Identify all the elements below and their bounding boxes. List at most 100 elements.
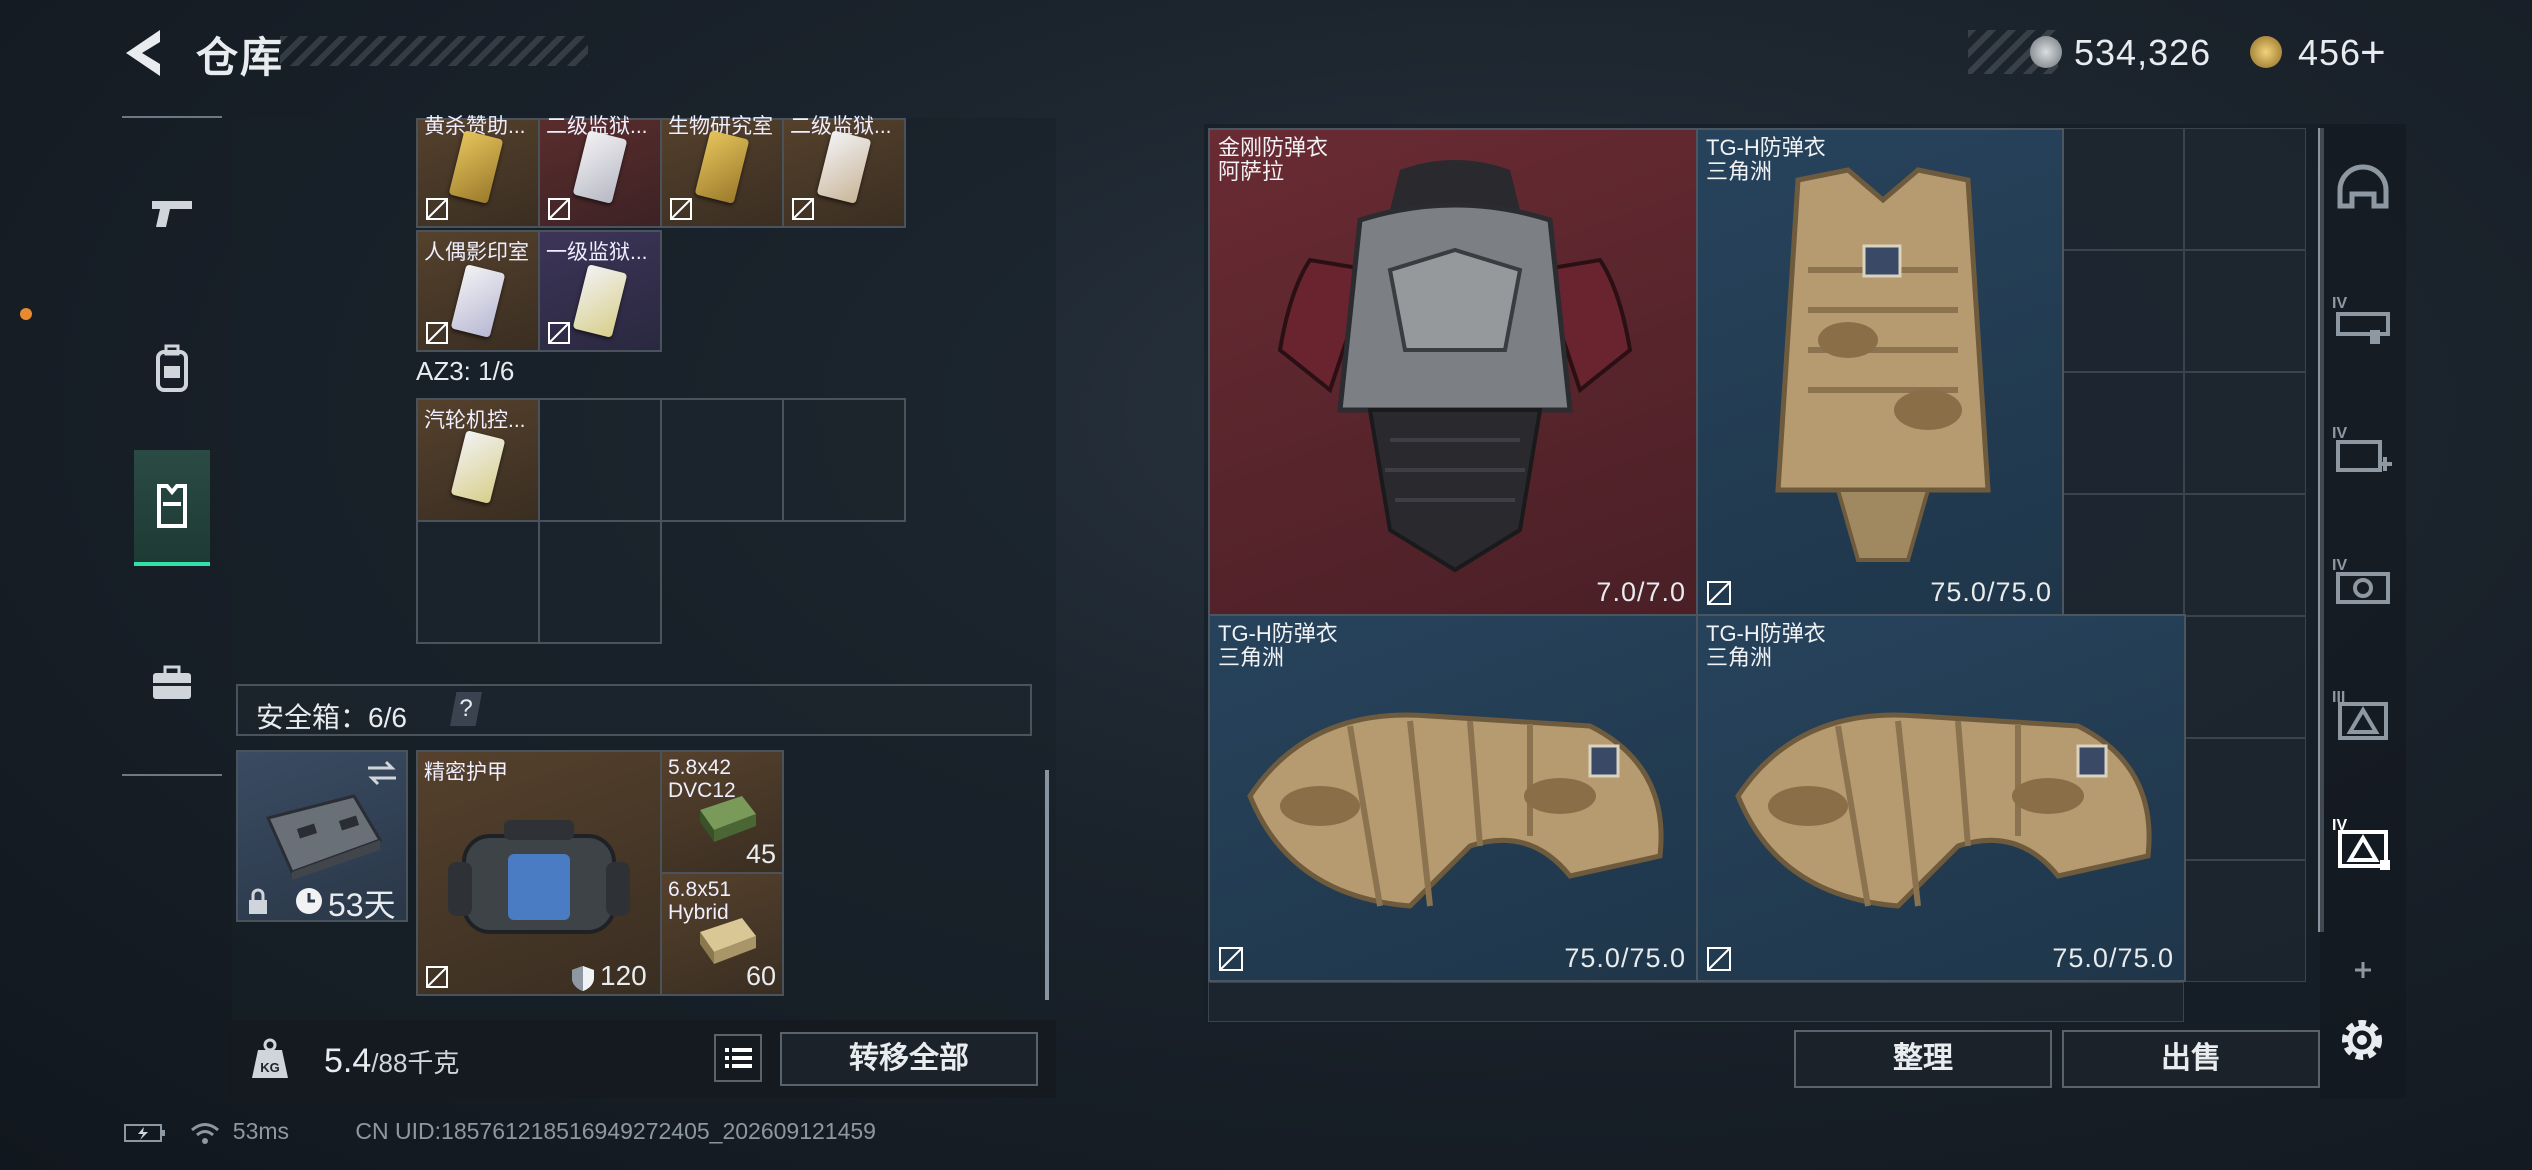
filter-iv-container[interactable]: IV [2330,548,2396,614]
add-currency-button[interactable]: + [2360,28,2386,78]
bind-lock-icon [426,322,448,344]
empty-slot[interactable] [782,398,906,522]
key-card-icon [572,264,628,338]
tab-misc[interactable] [122,628,222,738]
empty-slot-row[interactable] [1208,982,2184,1022]
key-card-cell[interactable]: 人偶影印室 [416,230,540,352]
weight-icon: KG [250,1038,290,1080]
list-icon [725,1048,752,1068]
empty-slot[interactable] [2184,128,2306,250]
key-card-cell[interactable]: 汽轮机控... [416,398,540,522]
durability-value: 75.0/75.0 [2052,943,2174,973]
safebox-slot[interactable]: 53天 [236,750,408,923]
left-sidebar [122,116,222,776]
helmet-icon [2337,164,2389,209]
backpack-icon [156,344,188,392]
transfer-all-button[interactable]: 转移全部 [780,1032,1038,1086]
back-button[interactable] [118,24,176,82]
tier-label: IV [2332,557,2347,574]
safebox-case-icon [265,794,383,880]
max-weight: /88千克 [371,1048,460,1078]
key-card-cell[interactable]: 二级监狱... [782,115,906,228]
bind-lock-icon [792,198,814,220]
ammo-box-icon [700,796,756,842]
empty-slot[interactable] [2184,738,2306,860]
tab-weapons[interactable] [122,158,222,268]
filter-iii-armor[interactable]: III [2330,680,2396,746]
empty-slot[interactable] [2184,616,2306,738]
filter-iv-armor[interactable]: IV [2330,808,2396,874]
empty-slot[interactable] [2062,494,2184,616]
tier-label: IV [2332,425,2347,442]
key-card-cell[interactable]: 生物研究室 [660,115,784,228]
empty-slot[interactable] [2184,250,2306,372]
armor-item-tgh[interactable]: TG-H防弹衣 三角洲 75.0/75.0 [1696,128,2064,616]
vest-icon [157,484,187,528]
filter-helmet[interactable] [2330,160,2396,226]
title-decoration [280,36,588,66]
empty-slot[interactable] [2062,250,2184,372]
ammo-item[interactable]: 6.8x51 Hybrid 60 [660,872,784,996]
key-card-cell[interactable]: 黄杀赞助... [416,115,540,228]
key-card-icon [816,130,872,204]
precision-armor-item[interactable]: 精密护甲 120 [416,750,662,996]
ping-value: 53ms [232,1118,290,1144]
tier-label: IV [2332,295,2347,312]
rig-icon: IV [2332,295,2390,344]
filter-rail: IV IV IV III IV [2320,124,2406,1098]
armor-item-tgh[interactable]: TG-H防弹衣 三角洲 75.0/75.0 [1696,614,2186,982]
empty-slot[interactable] [2184,372,2306,494]
armor-item-jingang[interactable]: 金刚防弹衣 阿萨拉 7.0/7.0 [1208,128,1698,616]
key-card-cell[interactable]: 二级监狱... [538,115,662,228]
empty-slot[interactable] [2062,128,2184,250]
armor-item-tgh[interactable]: TG-H防弹衣 三角洲 75.0/75.0 [1208,614,1698,982]
bind-lock-icon [426,966,448,988]
empty-slot[interactable] [660,398,784,522]
ammo-item[interactable]: 5.8x42 DVC12 45 [660,750,784,874]
gold-currency-value: 456 [2298,32,2362,73]
ammo-count: 60 [745,961,776,991]
empty-slot[interactable] [2184,860,2306,982]
tab-armor[interactable] [134,450,210,566]
back-arrow-icon [126,30,160,76]
key-card-cell[interactable]: 一级监狱... [538,230,662,352]
sort-button[interactable]: 整理 [1794,1030,2052,1088]
medkit-icon: IV [2332,425,2392,472]
heavy-armor-icon [1277,160,1633,573]
durability-value: 75.0/75.0 [1930,577,2052,607]
key-card-icon [448,130,504,204]
carry-weight: 5.4/88千克 [324,1042,459,1081]
ammo-count: 45 [745,839,776,869]
bind-lock-icon [426,198,448,220]
filter-iv-rig[interactable]: IV [2330,286,2396,352]
help-button[interactable]: ? [450,692,482,726]
gold-coin-icon [2250,36,2282,68]
armor-bag-icon [448,820,630,934]
current-weight: 5.4 [324,1042,372,1080]
silver-currency-value: 534,326 [2074,32,2212,73]
durability-value: 75.0/75.0 [1564,943,1686,973]
filter-more[interactable] [2330,950,2396,990]
bind-lock-icon [548,322,570,344]
clock-icon [296,888,322,914]
filter-iv-medical[interactable]: IV [2330,416,2396,482]
durability-value: 7.0/7.0 [1596,577,1686,607]
list-view-button[interactable] [714,1034,762,1082]
tab-equipment[interactable] [122,314,222,424]
armor-triangle-icon: III [2332,689,2388,740]
empty-slot[interactable] [538,520,662,644]
briefcase-icon [153,665,191,699]
settings-button[interactable] [2334,1012,2390,1068]
empty-slot[interactable] [538,398,662,522]
empty-slot[interactable] [2184,494,2306,616]
sell-button[interactable]: 出售 [2062,1030,2320,1088]
backpack-scrollbar[interactable] [1045,770,1049,1000]
plus-icon [2355,962,2371,978]
empty-slot[interactable] [2062,372,2184,494]
status-bar: 53ms CN UID:18576121851694927240​5_20260… [124,1118,876,1145]
key-card-icon [694,130,750,204]
item-label: 人偶影印室 [424,241,529,264]
bind-lock-icon [670,198,692,220]
empty-slot[interactable] [416,520,540,644]
swap-icon [368,760,396,786]
